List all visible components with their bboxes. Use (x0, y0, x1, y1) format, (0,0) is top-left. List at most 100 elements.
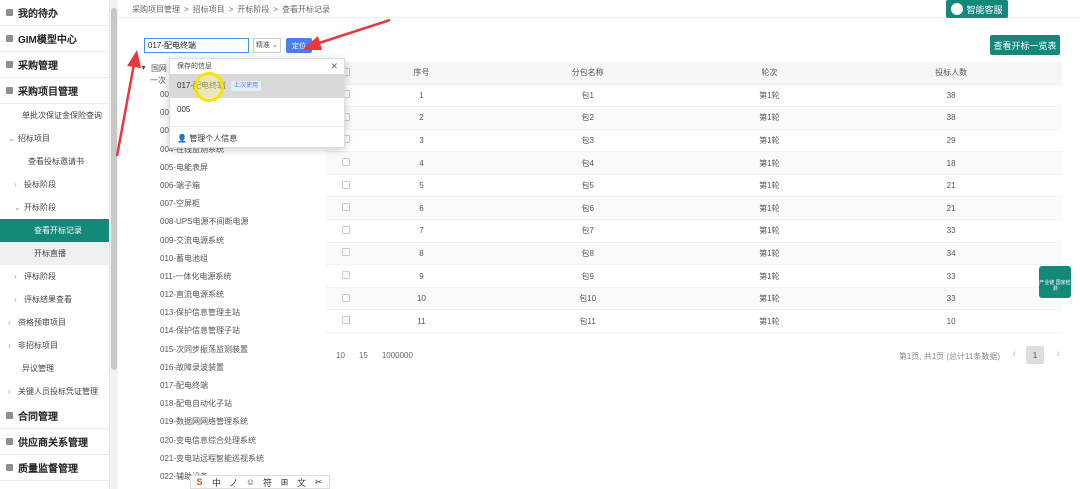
table-row[interactable]: 3 包3 第1轮 29 (326, 129, 1062, 153)
prev-page-icon[interactable]: ‹ (1012, 348, 1016, 360)
sidebar-section[interactable]: GIM模型中心 (0, 26, 109, 52)
sidebar-item[interactable]: › 资格预审项目 (0, 311, 109, 334)
ime-button[interactable]: ⽂ (293, 476, 310, 489)
view-bid-list-button[interactable]: 查看开标一览表 (990, 35, 1060, 55)
row-checkbox[interactable] (342, 316, 350, 325)
sidebar-item[interactable]: ⌄ 开标阶段 (0, 196, 109, 219)
breadcrumb-item[interactable]: 采购项目管理 (132, 5, 180, 14)
sidebar-item[interactable]: 异议管理 (0, 357, 109, 380)
page-size-option[interactable]: 15 (359, 351, 368, 360)
sidebar-item[interactable]: 单批次保证金保险查询 (0, 104, 109, 127)
manage-info-link[interactable]: 👤 管理个人信息 (170, 131, 344, 147)
row-checkbox[interactable] (342, 158, 350, 167)
ime-button[interactable]: ⊞ (276, 477, 293, 488)
tree-item[interactable]: 017-配电终端 (140, 377, 315, 395)
sidebar-item[interactable]: 查看投标邀请书 (0, 150, 109, 173)
search-input[interactable]: 017-配电终端 (144, 38, 249, 53)
table-row[interactable]: 4 包4 第1轮 18 (326, 151, 1062, 175)
customer-service-button[interactable]: 智能客服 (946, 0, 1008, 18)
locate-button[interactable]: 定位 (286, 38, 312, 53)
sidebar-item-label: 查看开标记录 (34, 226, 82, 235)
sidebar-section[interactable]: 采购项目管理 (0, 78, 109, 104)
sidebar-item[interactable]: › 评标阶段 (0, 265, 109, 288)
tree-item[interactable]: 009-交流电源系统 (140, 232, 315, 250)
table-row[interactable]: 9 包9 第1轮 33 (326, 264, 1062, 288)
breadcrumb-item[interactable]: 招标项目 (193, 5, 225, 14)
close-icon[interactable]: ✕ (330, 59, 338, 74)
sidebar-item[interactable]: 开标直播 (0, 242, 109, 265)
table-cell: 包7 (476, 219, 699, 243)
table-cell: 33 (840, 287, 1062, 311)
tree-item[interactable]: 006-端子箱 (140, 177, 315, 195)
sidebar-item-label: 资格预审项目 (18, 318, 66, 327)
table-cell: 包4 (476, 151, 699, 175)
sidebar-item-label: 合同管理 (18, 412, 58, 423)
row-checkbox[interactable] (342, 180, 350, 189)
chevron-right-icon: › (8, 341, 11, 350)
scrollbar-thumb[interactable] (111, 8, 117, 370)
breadcrumb-item[interactable]: 查看开标记录 (282, 5, 330, 14)
current-page-button[interactable]: 1 (1026, 346, 1044, 364)
tree-item[interactable]: 014-保护信息管理子站 (140, 322, 315, 340)
floating-widget[interactable]: 产业链 国家检测 (1039, 266, 1071, 298)
page-size-option[interactable]: 10 (336, 351, 345, 360)
table-row[interactable]: 7 包7 第1轮 33 (326, 219, 1062, 243)
sidebar-item[interactable]: › 关键人员投标凭证管理 (0, 380, 109, 403)
row-checkbox-cell (326, 196, 366, 221)
ime-button[interactable]: 符 (259, 476, 276, 489)
table-row[interactable]: 1 包1 第1轮 38 (326, 84, 1062, 108)
ime-button[interactable]: ✂ (310, 477, 327, 488)
table-body: 1 包1 第1轮 38 2 包2 第1轮 38 3 包3 第1轮 29 4 包4 第1轮 18 5 包5 第1轮 21… (326, 84, 1062, 334)
tree-item[interactable]: 020-变电信息综合处理系统 (140, 432, 315, 450)
next-page-icon[interactable]: › (1056, 348, 1060, 360)
tree-item[interactable]: 010-蓄电池组 (140, 250, 315, 268)
row-checkbox[interactable] (342, 248, 350, 257)
sidebar-item[interactable]: ⌄ 招标项目 (0, 127, 109, 150)
user-gear-icon: 👤 (177, 134, 187, 143)
tree-item[interactable]: 012-直流电源系统 (140, 286, 315, 304)
table-row[interactable]: 10 包10 第1轮 33 (326, 287, 1062, 311)
tree-item[interactable]: 021-变电站远程智能巡视系统 (140, 450, 315, 468)
table-row[interactable]: 6 包6 第1轮 21 (326, 196, 1062, 221)
table-cell: 6 (366, 196, 477, 221)
tree-item[interactable]: 005-电能表屏 (140, 159, 315, 177)
ime-button[interactable]: 中 (208, 476, 225, 489)
sidebar-section[interactable]: 质量监督管理 (0, 455, 109, 481)
sidebar-section[interactable]: 采购管理 (0, 52, 109, 78)
row-checkbox-cell (326, 264, 366, 288)
sidebar-scrollbar[interactable] (110, 0, 118, 489)
tree-item[interactable]: 007-空屏柜 (140, 195, 315, 213)
breadcrumb-separator: > (273, 5, 279, 14)
tree-item[interactable]: 013-保护信息管理主站 (140, 304, 315, 322)
tree-item[interactable]: 018-配电自动化子站 (140, 395, 315, 413)
tree-item[interactable]: 008-UPS电源不间断电源 (140, 213, 315, 231)
table-row[interactable]: 11 包11 第1轮 10 (326, 309, 1062, 334)
tree-item[interactable]: 016-故障录波装置 (140, 359, 315, 377)
saved-item-2[interactable]: 005 (170, 98, 344, 122)
sidebar-item[interactable]: › 非招标项目 (0, 334, 109, 357)
tree-item[interactable]: 011-一体化电源系统 (140, 268, 315, 286)
match-mode-select[interactable]: 精准 ⌄ (253, 38, 281, 53)
sidebar-section[interactable]: 我的待办 (0, 0, 109, 26)
row-checkbox[interactable] (342, 293, 350, 302)
sidebar-item[interactable]: › 投标阶段 (0, 173, 109, 196)
column-header: 分包名称 (476, 62, 699, 85)
row-checkbox[interactable] (342, 203, 350, 212)
sidebar-section[interactable]: 合同管理 (0, 403, 109, 429)
sidebar-item[interactable]: › 评标结果查看 (0, 288, 109, 311)
ime-button[interactable]: S (191, 477, 208, 487)
ime-button[interactable]: ノ (225, 476, 242, 489)
ime-button[interactable]: ☺ (242, 477, 259, 487)
page-size-option[interactable]: 1000000 (382, 351, 413, 360)
sidebar-item[interactable]: 查看开标记录 (0, 219, 109, 242)
row-checkbox[interactable] (342, 271, 350, 280)
row-checkbox[interactable] (342, 225, 350, 234)
table-row[interactable]: 2 包2 第1轮 38 (326, 106, 1062, 130)
sidebar-section[interactable]: 供应商关系管理 (0, 429, 109, 455)
breadcrumb-item[interactable]: 开标阶段 (237, 5, 269, 14)
tree-item[interactable]: 019-数据网网络管理系统 (140, 413, 315, 431)
table-cell: 包8 (476, 242, 699, 266)
table-row[interactable]: 5 包5 第1轮 21 (326, 174, 1062, 198)
table-row[interactable]: 8 包8 第1轮 34 (326, 242, 1062, 266)
tree-item[interactable]: 015-次同步振荡监测装置 (140, 341, 315, 359)
